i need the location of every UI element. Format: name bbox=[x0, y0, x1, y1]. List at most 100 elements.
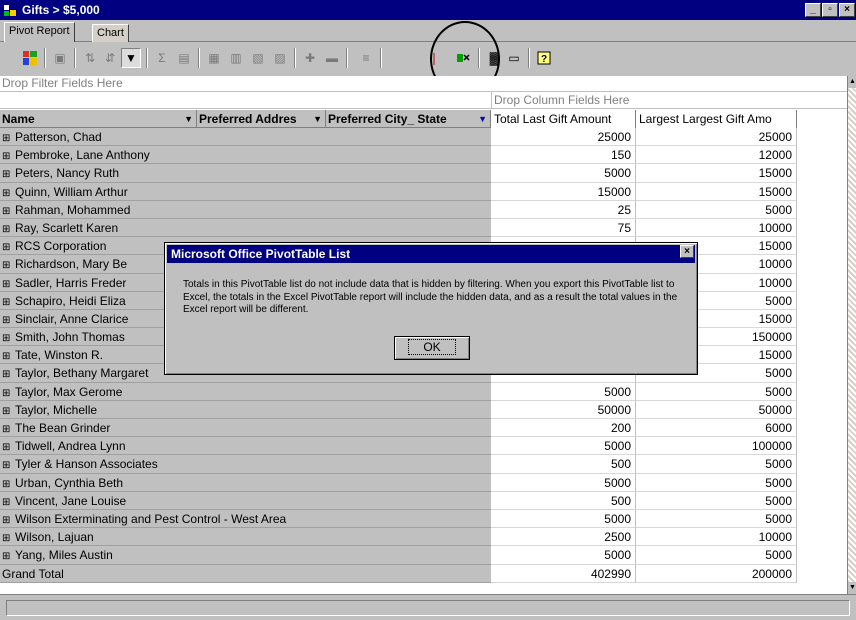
tab-chart[interactable]: Chart bbox=[92, 24, 129, 42]
show-top-bottom-icon[interactable]: ▥ bbox=[226, 48, 246, 68]
dialog-title: Microsoft Office PivotTable List bbox=[167, 245, 695, 263]
header-total-last-gift[interactable]: Total Last Gift Amount bbox=[491, 110, 636, 128]
show-details-icon[interactable]: ✚ bbox=[300, 48, 320, 68]
scroll-down-icon[interactable]: ▼ bbox=[848, 582, 856, 594]
dropdown-arrow-icon[interactable]: ▼ bbox=[478, 110, 487, 128]
expand-icon[interactable]: ▧ bbox=[248, 48, 268, 68]
largest-gift-cell: 5000 bbox=[636, 200, 797, 219]
expand-plus-icon[interactable]: ⊞ bbox=[2, 294, 12, 309]
status-bar bbox=[0, 594, 856, 620]
row-name-cell[interactable]: ⊞ Urban, Cynthia Beth bbox=[0, 473, 491, 492]
expand-plus-icon[interactable]: ⊞ bbox=[2, 330, 12, 345]
grand-total-last-gift: 402990 bbox=[491, 564, 636, 583]
largest-gift-cell: 25000 bbox=[636, 128, 797, 147]
dialog-message: Totals in this PivotTable list do not in… bbox=[183, 279, 678, 315]
expand-plus-icon[interactable]: ⊞ bbox=[2, 203, 12, 218]
table-row: ⊞ Yang, Miles Austin 5000 5000 bbox=[0, 546, 797, 565]
row-name-cell[interactable]: ⊞ Taylor, Max Gerome bbox=[0, 382, 491, 401]
minimize-button[interactable]: _ bbox=[805, 3, 821, 17]
office-logo-icon[interactable] bbox=[20, 48, 40, 68]
subtotal-icon[interactable]: ▤ bbox=[174, 48, 194, 68]
table-row: ⊞ Taylor, Michelle 50000 50000 bbox=[0, 400, 797, 419]
tab-pivot-report[interactable]: Pivot Report bbox=[4, 22, 75, 42]
largest-gift-cell: 100000 bbox=[636, 437, 797, 456]
table-row: ⊞ Pembroke, Lane Anthony 150 12000 bbox=[0, 146, 797, 165]
expand-plus-icon[interactable]: ⊞ bbox=[2, 403, 12, 418]
row-name-cell[interactable]: ⊞ Peters, Nancy Ruth bbox=[0, 164, 491, 183]
autosum-icon[interactable]: Σ bbox=[152, 48, 172, 68]
copy-icon[interactable]: ▣ bbox=[50, 48, 70, 68]
autofilter-icon[interactable]: ▼ bbox=[121, 48, 141, 68]
expand-plus-icon[interactable]: ⊞ bbox=[2, 276, 12, 291]
ok-button[interactable]: OK bbox=[394, 336, 470, 360]
row-name-cell[interactable]: ⊞ Rahman, Mohammed bbox=[0, 200, 491, 219]
pivot-toolbar: ▣ ⇅ ⇵ ▼ Σ ▤ ▦ ▥ ▧ ▨ ✚ ▬ ≡ ❘ ▓ ▭ ? bbox=[0, 42, 856, 76]
header-city-state[interactable]: Preferred City_ State ▼ bbox=[326, 110, 491, 128]
scroll-up-icon[interactable]: ▲ bbox=[848, 76, 856, 88]
table-row: ⊞ Rahman, Mohammed 25 5000 bbox=[0, 200, 797, 219]
window-title: Gifts > $5,000 bbox=[22, 3, 100, 17]
column-drop-zone[interactable]: Drop Column Fields Here bbox=[491, 92, 847, 109]
expand-plus-icon[interactable]: ⊞ bbox=[2, 457, 12, 472]
properties-icon[interactable]: ▭ bbox=[504, 48, 524, 68]
largest-gift-cell: 5000 bbox=[636, 382, 797, 401]
expand-plus-icon[interactable]: ⊞ bbox=[2, 530, 12, 545]
sort-descending-icon[interactable]: ⇵ bbox=[100, 48, 120, 68]
collapse-icon[interactable]: ▨ bbox=[270, 48, 290, 68]
largest-gift-cell: 5000 bbox=[636, 473, 797, 492]
header-name[interactable]: Name ▼ bbox=[0, 110, 197, 128]
expand-plus-icon[interactable]: ⊞ bbox=[2, 348, 12, 363]
calculated-total-icon[interactable]: ▦ bbox=[204, 48, 224, 68]
expand-plus-icon[interactable]: ⊞ bbox=[2, 221, 12, 236]
hide-details-icon[interactable]: ▬ bbox=[322, 48, 342, 68]
expand-plus-icon[interactable]: ⊞ bbox=[2, 366, 12, 381]
expand-plus-icon[interactable]: ⊞ bbox=[2, 548, 12, 563]
row-name-cell[interactable]: ⊞ Ray, Scarlett Karen bbox=[0, 218, 491, 238]
vertical-scrollbar[interactable]: ▲ ▼ bbox=[847, 76, 856, 594]
expand-plus-icon[interactable]: ⊞ bbox=[2, 385, 12, 400]
refresh-icon[interactable]: ≡ bbox=[356, 48, 376, 68]
grand-total-largest-gift: 200000 bbox=[636, 564, 797, 583]
close-button[interactable]: × bbox=[839, 3, 855, 17]
expand-plus-icon[interactable]: ⊞ bbox=[2, 512, 12, 527]
header-address[interactable]: Preferred Addres ▼ bbox=[197, 110, 326, 128]
filter-drop-zone[interactable]: Drop Filter Fields Here bbox=[0, 76, 847, 92]
sort-ascending-icon[interactable]: ⇅ bbox=[80, 48, 100, 68]
header-largest-gift[interactable]: Largest Largest Gift Amo bbox=[636, 110, 797, 128]
row-name-cell[interactable]: ⊞ Vincent, Jane Louise bbox=[0, 491, 491, 510]
expand-plus-icon[interactable]: ⊞ bbox=[2, 166, 12, 181]
dialog-close-icon[interactable]: × bbox=[680, 245, 694, 258]
dropdown-arrow-icon[interactable]: ▼ bbox=[184, 110, 193, 128]
svg-text:?: ? bbox=[541, 54, 547, 65]
largest-gift-cell: 10000 bbox=[636, 218, 797, 238]
expand-plus-icon[interactable]: ⊞ bbox=[2, 439, 12, 454]
row-name-cell[interactable]: ⊞ Taylor, Michelle bbox=[0, 400, 491, 419]
expand-plus-icon[interactable]: ⊞ bbox=[2, 257, 12, 272]
expand-plus-icon[interactable]: ⊞ bbox=[2, 421, 12, 436]
total-last-gift-cell: 75 bbox=[491, 218, 636, 238]
total-last-gift-cell: 15000 bbox=[491, 182, 636, 201]
largest-gift-cell: 12000 bbox=[636, 146, 797, 165]
row-name-cell[interactable]: ⊞ Pembroke, Lane Anthony bbox=[0, 146, 491, 165]
row-name-cell[interactable]: ⊞ Tyler & Hanson Associates bbox=[0, 455, 491, 474]
expand-plus-icon[interactable]: ⊞ bbox=[2, 185, 12, 200]
expand-plus-icon[interactable]: ⊞ bbox=[2, 130, 12, 145]
row-name-cell[interactable]: ⊞ Wilson, Lajuan bbox=[0, 528, 491, 547]
expand-plus-icon[interactable]: ⊞ bbox=[2, 494, 12, 509]
expand-plus-icon[interactable]: ⊞ bbox=[2, 312, 12, 327]
expand-plus-icon[interactable]: ⊞ bbox=[2, 476, 12, 491]
expand-plus-icon[interactable]: ⊞ bbox=[2, 239, 12, 254]
largest-gift-cell: 5000 bbox=[636, 455, 797, 474]
total-last-gift-cell: 500 bbox=[491, 491, 636, 510]
dropdown-arrow-icon[interactable]: ▼ bbox=[313, 110, 322, 128]
row-name-cell[interactable]: ⊞ Quinn, William Arthur bbox=[0, 182, 491, 201]
help-icon[interactable]: ? bbox=[534, 48, 554, 68]
row-name-cell[interactable]: ⊞ Wilson Exterminating and Pest Control -… bbox=[0, 509, 491, 529]
grand-total-label: Grand Total bbox=[0, 564, 491, 583]
row-name-cell[interactable]: ⊞ Patterson, Chad bbox=[0, 128, 491, 147]
row-name-cell[interactable]: ⊞ The Bean Grinder bbox=[0, 419, 491, 438]
restore-button[interactable]: ▫ bbox=[822, 3, 838, 17]
row-name-cell[interactable]: ⊞ Yang, Miles Austin bbox=[0, 546, 491, 565]
expand-plus-icon[interactable]: ⊞ bbox=[2, 148, 12, 163]
row-name-cell[interactable]: ⊞ Tidwell, Andrea Lynn bbox=[0, 437, 491, 456]
